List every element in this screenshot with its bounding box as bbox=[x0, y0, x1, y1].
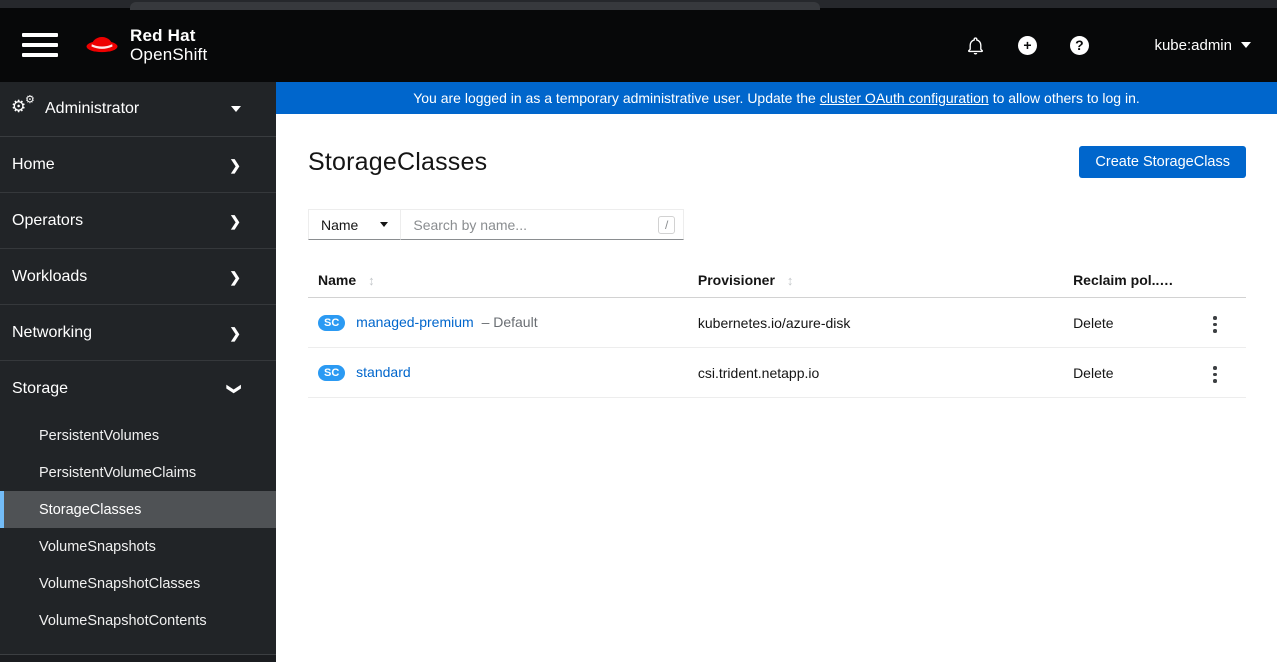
column-header-actions bbox=[1185, 263, 1246, 298]
storageclass-badge: SC bbox=[318, 315, 345, 331]
reclaim-policy-cell: Delete bbox=[1063, 298, 1185, 348]
kebab-menu-icon[interactable] bbox=[1205, 310, 1225, 339]
brand-logo: Red Hat OpenShift bbox=[84, 26, 207, 64]
sidebar-item-storageclasses[interactable]: StorageClasses bbox=[0, 491, 276, 528]
notifications-bell-icon[interactable] bbox=[964, 34, 986, 56]
sort-icon[interactable]: ↕ bbox=[368, 273, 375, 288]
nav-toggle-hamburger-icon[interactable] bbox=[22, 33, 58, 57]
column-header-reclaim-policy[interactable]: Reclaim pol...↕ bbox=[1063, 263, 1185, 298]
storageclass-link[interactable]: managed-premium bbox=[356, 314, 474, 330]
cogs-icon: ⚙⚙ bbox=[11, 98, 37, 120]
filter-type-dropdown[interactable]: Name bbox=[308, 209, 401, 240]
page-title: StorageClasses bbox=[308, 148, 487, 177]
help-question-circle-icon[interactable]: ? bbox=[1068, 34, 1090, 56]
storageclasses-page: StorageClasses Create StorageClass Name … bbox=[276, 114, 1277, 398]
perspective-switcher[interactable]: ⚙⚙ Administrator bbox=[0, 82, 276, 137]
sidebar-item-label: Workloads bbox=[12, 268, 87, 286]
brand-line1: Red Hat bbox=[130, 26, 207, 45]
chevron-right-icon: ❯ bbox=[229, 158, 241, 172]
masthead-toolbar: + ? kube:admin bbox=[964, 34, 1251, 56]
brand-text: Red Hat OpenShift bbox=[130, 26, 207, 64]
sort-icon[interactable]: ↕ bbox=[1175, 273, 1182, 288]
chevron-down-icon bbox=[1241, 42, 1251, 48]
sidebar-bottom-divider bbox=[0, 654, 276, 662]
name-cell: SC standard bbox=[308, 348, 688, 398]
actions-cell bbox=[1185, 348, 1246, 398]
sidebar-item-networking[interactable]: Networking ❯ bbox=[0, 305, 276, 361]
name-cell: SC managed-premium – Default bbox=[308, 298, 688, 348]
redhat-fedora-icon bbox=[84, 31, 120, 59]
filter-toolbar: Name / bbox=[308, 209, 1246, 240]
cluster-oauth-configuration-link[interactable]: cluster OAuth configuration bbox=[820, 90, 989, 106]
kebab-menu-icon[interactable] bbox=[1205, 360, 1225, 389]
sidebar-item-volumesnapshots[interactable]: VolumeSnapshots bbox=[0, 528, 276, 565]
import-plus-circle-icon[interactable]: + bbox=[1016, 34, 1038, 56]
sidebar-nav: ⚙⚙ Administrator Home ❯ Operators ❯ Work… bbox=[0, 82, 276, 662]
user-menu-dropdown[interactable]: kube:admin bbox=[1154, 37, 1251, 54]
provisioner-cell: kubernetes.io/azure-disk bbox=[688, 298, 1063, 348]
banner-text-after: to allow others to log in. bbox=[993, 90, 1140, 106]
actions-cell bbox=[1185, 298, 1246, 348]
openshift-console: Red Hat OpenShift + ? kube:admin bbox=[0, 0, 1277, 662]
sidebar-item-label: Networking bbox=[12, 324, 92, 342]
sidebar-item-volumesnapshotclasses[interactable]: VolumeSnapshotClasses bbox=[0, 565, 276, 602]
sidebar-item-storage[interactable]: Storage ❯ bbox=[0, 361, 276, 417]
sidebar-item-persistentvolumeclaims[interactable]: PersistentVolumeClaims bbox=[0, 454, 276, 491]
sidebar-item-workloads[interactable]: Workloads ❯ bbox=[0, 249, 276, 305]
main-content: You are logged in as a temporary adminis… bbox=[276, 82, 1277, 662]
column-header-name[interactable]: Name↕ bbox=[308, 263, 688, 298]
chevron-right-icon: ❯ bbox=[229, 214, 241, 228]
storage-subnav: PersistentVolumes PersistentVolumeClaims… bbox=[0, 417, 276, 649]
slash-shortcut-badge: / bbox=[658, 216, 675, 234]
chevron-down-icon bbox=[380, 222, 388, 227]
sidebar-item-label: Home bbox=[12, 156, 55, 174]
sidebar-item-persistentvolumes[interactable]: PersistentVolumes bbox=[0, 417, 276, 454]
storageclass-link[interactable]: standard bbox=[356, 364, 410, 380]
chevron-down-icon: ❯ bbox=[228, 383, 242, 395]
table-row: SC standard csi.trident.netapp.io Delete bbox=[308, 348, 1246, 398]
table-row: SC managed-premium – Default kubernetes.… bbox=[308, 298, 1246, 348]
page-header: StorageClasses Create StorageClass bbox=[308, 146, 1246, 178]
table-header-row: Name↕ Provisioner↕ Reclaim pol...↕ bbox=[308, 263, 1246, 298]
search-input[interactable] bbox=[413, 217, 658, 233]
sidebar-item-label: Operators bbox=[12, 212, 83, 230]
search-box: / bbox=[401, 209, 684, 240]
perspective-label: Administrator bbox=[45, 100, 139, 118]
banner-text-before: You are logged in as a temporary adminis… bbox=[413, 90, 816, 106]
sidebar-item-volumesnapshotcontents[interactable]: VolumeSnapshotContents bbox=[0, 602, 276, 639]
reclaim-policy-cell: Delete bbox=[1063, 348, 1185, 398]
provisioner-cell: csi.trident.netapp.io bbox=[688, 348, 1063, 398]
sort-icon[interactable]: ↕ bbox=[787, 273, 794, 288]
chevron-down-icon bbox=[231, 106, 241, 112]
sidebar-item-label: Storage bbox=[12, 380, 68, 398]
storageclasses-table: Name↕ Provisioner↕ Reclaim pol...↕ bbox=[308, 263, 1246, 398]
chevron-right-icon: ❯ bbox=[229, 270, 241, 284]
sidebar-item-operators[interactable]: Operators ❯ bbox=[0, 193, 276, 249]
temp-admin-banner: You are logged in as a temporary adminis… bbox=[276, 82, 1277, 114]
browser-tab-edge bbox=[130, 2, 820, 10]
masthead: Red Hat OpenShift + ? kube:admin bbox=[0, 8, 1277, 82]
brand-line2: OpenShift bbox=[130, 45, 207, 64]
user-menu-label: kube:admin bbox=[1154, 37, 1232, 54]
create-storageclass-button[interactable]: Create StorageClass bbox=[1079, 146, 1246, 178]
default-annotation: – Default bbox=[482, 314, 538, 330]
column-header-provisioner[interactable]: Provisioner↕ bbox=[688, 263, 1063, 298]
browser-top-strip bbox=[0, 0, 1277, 8]
storageclass-badge: SC bbox=[318, 365, 345, 381]
sidebar-item-home[interactable]: Home ❯ bbox=[0, 137, 276, 193]
chevron-right-icon: ❯ bbox=[229, 326, 241, 340]
filter-type-label: Name bbox=[321, 217, 358, 233]
